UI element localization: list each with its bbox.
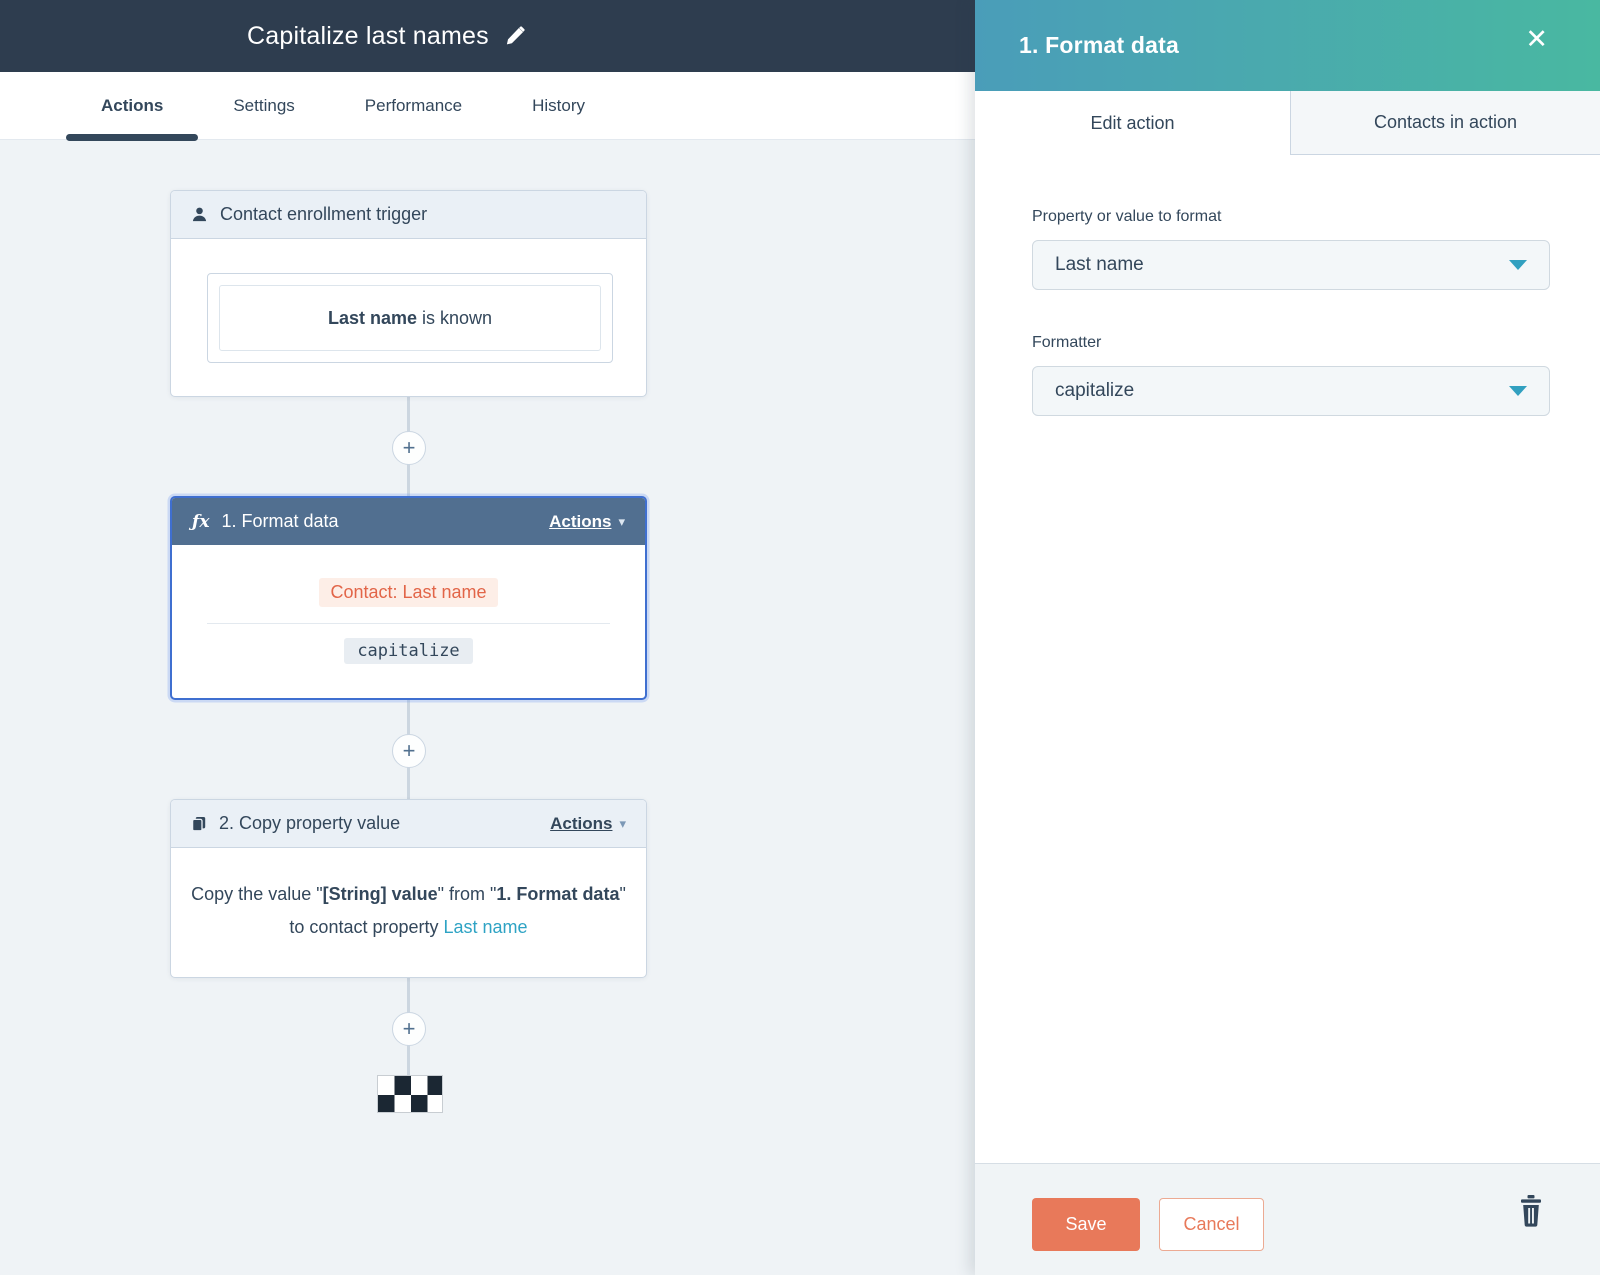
copy-icon xyxy=(191,816,207,832)
property-select[interactable]: Last name xyxy=(1032,240,1550,290)
panel-footer: Save Cancel xyxy=(975,1163,1600,1275)
delete-trash-icon[interactable] xyxy=(1520,1195,1542,1227)
copy-card-title: 2. Copy property value xyxy=(219,813,400,834)
tab-settings[interactable]: Settings xyxy=(198,72,329,139)
formatter-chip: capitalize xyxy=(344,638,472,664)
formatter-select-value: capitalize xyxy=(1055,380,1134,402)
divider xyxy=(207,623,610,624)
format-card-actions-menu[interactable]: Actions ▾ xyxy=(549,512,625,532)
chevron-down-icon: ▾ xyxy=(619,817,626,830)
tab-contacts-in-action[interactable]: Contacts in action xyxy=(1290,91,1600,155)
tab-history[interactable]: History xyxy=(497,72,620,139)
add-action-button[interactable]: + xyxy=(392,431,426,465)
property-field-label: Property or value to format xyxy=(1032,208,1550,226)
cancel-button[interactable]: Cancel xyxy=(1159,1198,1264,1251)
formatter-select[interactable]: capitalize xyxy=(1032,366,1550,416)
tab-actions[interactable]: Actions xyxy=(66,72,198,139)
workflow-title: Capitalize last names xyxy=(247,22,489,51)
copy-card-description: Copy the value "[String] value" from "1.… xyxy=(189,878,629,944)
formatter-field-label: Formatter xyxy=(1032,334,1550,352)
top-header: Capitalize last names xyxy=(0,0,975,72)
panel-header: 1. Format data ✕ xyxy=(975,0,1600,91)
add-action-button[interactable]: + xyxy=(392,734,426,768)
add-action-button[interactable]: + xyxy=(392,1012,426,1046)
trigger-card-title: Contact enrollment trigger xyxy=(220,204,427,225)
trigger-card-body: Last name is known xyxy=(171,239,646,397)
contact-person-icon xyxy=(191,206,208,223)
trigger-condition-group: Last name is known xyxy=(207,273,613,363)
copy-card-actions-menu[interactable]: Actions ▾ xyxy=(550,814,626,834)
panel-title: 1. Format data xyxy=(1019,32,1179,59)
tab-performance[interactable]: Performance xyxy=(330,72,497,139)
property-token: Contact: Last name xyxy=(319,578,497,607)
copy-property-action-card[interactable]: 2. Copy property value Actions ▾ Copy th… xyxy=(170,799,647,978)
format-data-action-card[interactable]: ƒx 1. Format data Actions ▾ Contact: Las… xyxy=(170,496,647,700)
trigger-card-header: Contact enrollment trigger xyxy=(171,191,646,239)
edit-action-panel: 1. Format data ✕ Edit action Contacts in… xyxy=(975,0,1600,1275)
plus-icon: + xyxy=(403,1018,416,1040)
chevron-down-icon: ▾ xyxy=(618,515,625,528)
chevron-down-icon xyxy=(1509,260,1527,270)
format-card-body: Contact: Last name capitalize xyxy=(172,545,645,664)
trigger-condition[interactable]: Last name is known xyxy=(219,285,601,351)
workflow-editor-region: Capitalize last names Actions Settings P… xyxy=(0,0,975,1275)
plus-icon: + xyxy=(403,437,416,459)
workflow-tab-bar: Actions Settings Performance History xyxy=(0,72,975,140)
panel-tab-bar: Edit action Contacts in action xyxy=(975,91,1600,155)
function-fx-icon: ƒx xyxy=(192,512,209,532)
chevron-down-icon xyxy=(1509,386,1527,396)
panel-content: Property or value to format Last name Fo… xyxy=(975,155,1600,1163)
enrollment-trigger-card[interactable]: Contact enrollment trigger Last name is … xyxy=(170,190,647,397)
tab-edit-action[interactable]: Edit action xyxy=(975,91,1290,155)
plus-icon: + xyxy=(403,740,416,762)
edit-title-pencil-icon[interactable] xyxy=(505,26,525,46)
close-icon[interactable]: ✕ xyxy=(1525,26,1548,53)
save-button[interactable]: Save xyxy=(1032,1198,1140,1251)
copy-card-header: 2. Copy property value Actions ▾ xyxy=(171,800,646,848)
finish-flag-icon xyxy=(377,1075,443,1113)
format-card-header: ƒx 1. Format data Actions ▾ xyxy=(172,498,645,545)
format-card-title: 1. Format data xyxy=(221,511,338,532)
property-select-value: Last name xyxy=(1055,254,1144,276)
